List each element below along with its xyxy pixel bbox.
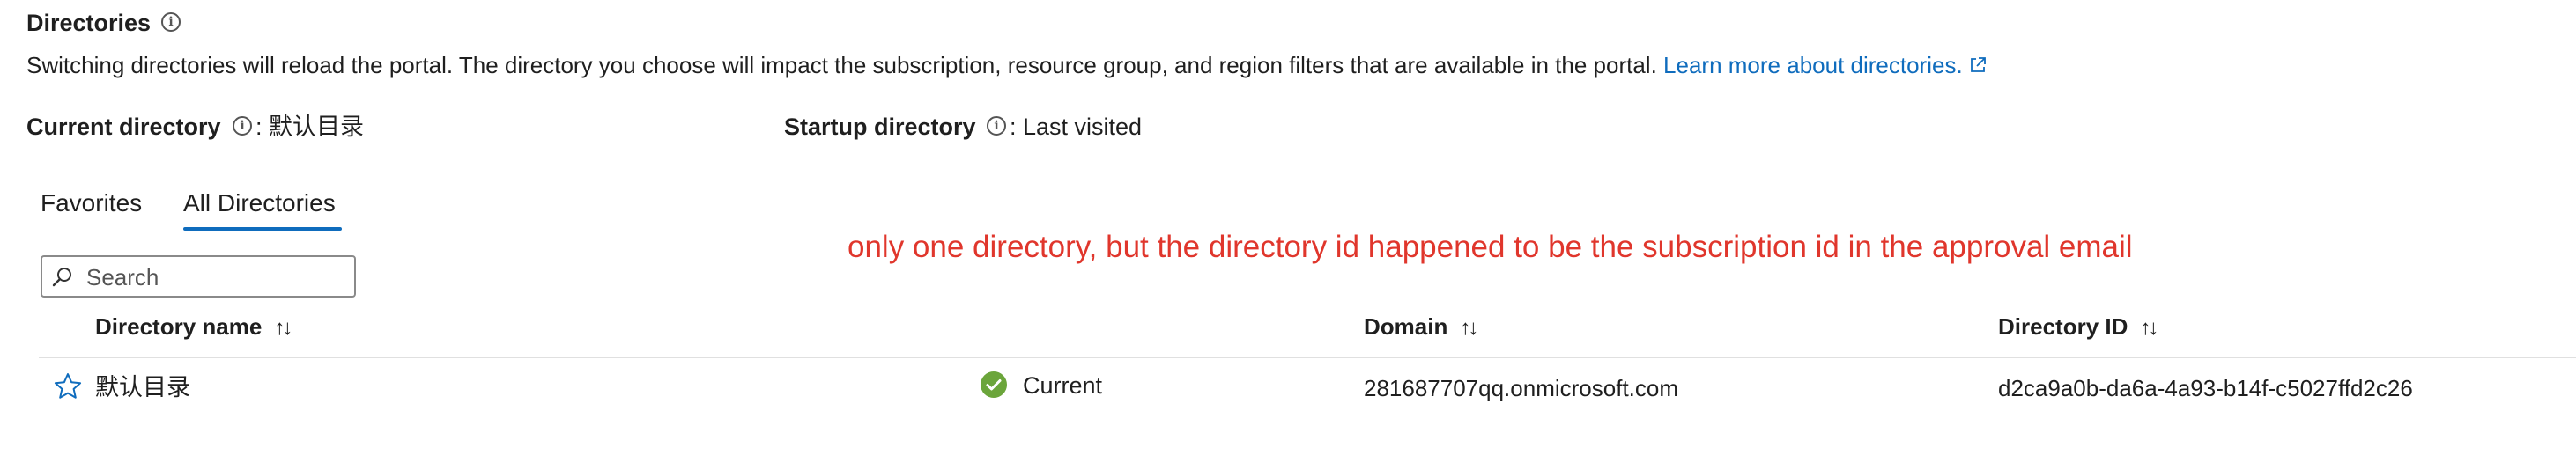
learn-more-label: Learn more about directories.	[1663, 52, 1963, 78]
search-box[interactable]	[41, 255, 356, 298]
table-divider	[39, 357, 2576, 358]
column-header-domain[interactable]: Domain ↑↓	[1364, 312, 1478, 342]
startup-directory-value: : Last visited	[1010, 114, 1143, 140]
info-icon[interactable]: i	[233, 116, 252, 136]
column-header-label: Domain	[1364, 313, 1448, 340]
page-title: Directories	[26, 10, 152, 36]
current-directory-value: : 默认目录	[255, 114, 365, 140]
description: Switching directories will reload the po…	[26, 51, 1988, 79]
directory-id-cell: d2ca9a0b-da6a-4a93-b14f-c5027ffd2c26	[1998, 375, 2413, 401]
domain-cell: 281687707qq.onmicrosoft.com	[1364, 375, 1679, 401]
sort-icon[interactable]: ↑↓	[2140, 314, 2158, 342]
startup-directory-label: Startup directory	[784, 114, 976, 140]
selected-tab-indicator	[183, 227, 342, 231]
current-directory-label: Current directory	[26, 114, 221, 140]
search-input[interactable]	[85, 261, 352, 294]
search-icon	[52, 268, 71, 287]
info-icon[interactable]: i	[161, 12, 181, 32]
tab-all-directories[interactable]: All Directories	[183, 188, 336, 218]
description-text: Switching directories will reload the po…	[26, 52, 1657, 78]
external-link-icon	[1970, 57, 1986, 72]
column-header-directory-name[interactable]: Directory name ↑↓	[95, 312, 292, 342]
status-badge: Current	[1023, 372, 1103, 399]
column-header-label: Directory ID	[1998, 313, 2128, 340]
sort-icon[interactable]: ↑↓	[1460, 314, 1478, 342]
annotation-text: only one directory, but the directory id…	[848, 230, 2133, 264]
sort-icon[interactable]: ↑↓	[274, 314, 292, 342]
info-icon[interactable]: i	[987, 116, 1006, 136]
directory-name-cell[interactable]: 默认目录	[95, 373, 190, 401]
column-header-label: Directory name	[95, 313, 263, 340]
check-circle-icon	[981, 371, 1007, 398]
learn-more-link[interactable]: Learn more about directories.	[1663, 52, 1988, 78]
tab-favorites[interactable]: Favorites	[41, 188, 142, 218]
star-icon[interactable]	[53, 371, 83, 401]
column-header-directory-id[interactable]: Directory ID ↑↓	[1998, 312, 2158, 342]
